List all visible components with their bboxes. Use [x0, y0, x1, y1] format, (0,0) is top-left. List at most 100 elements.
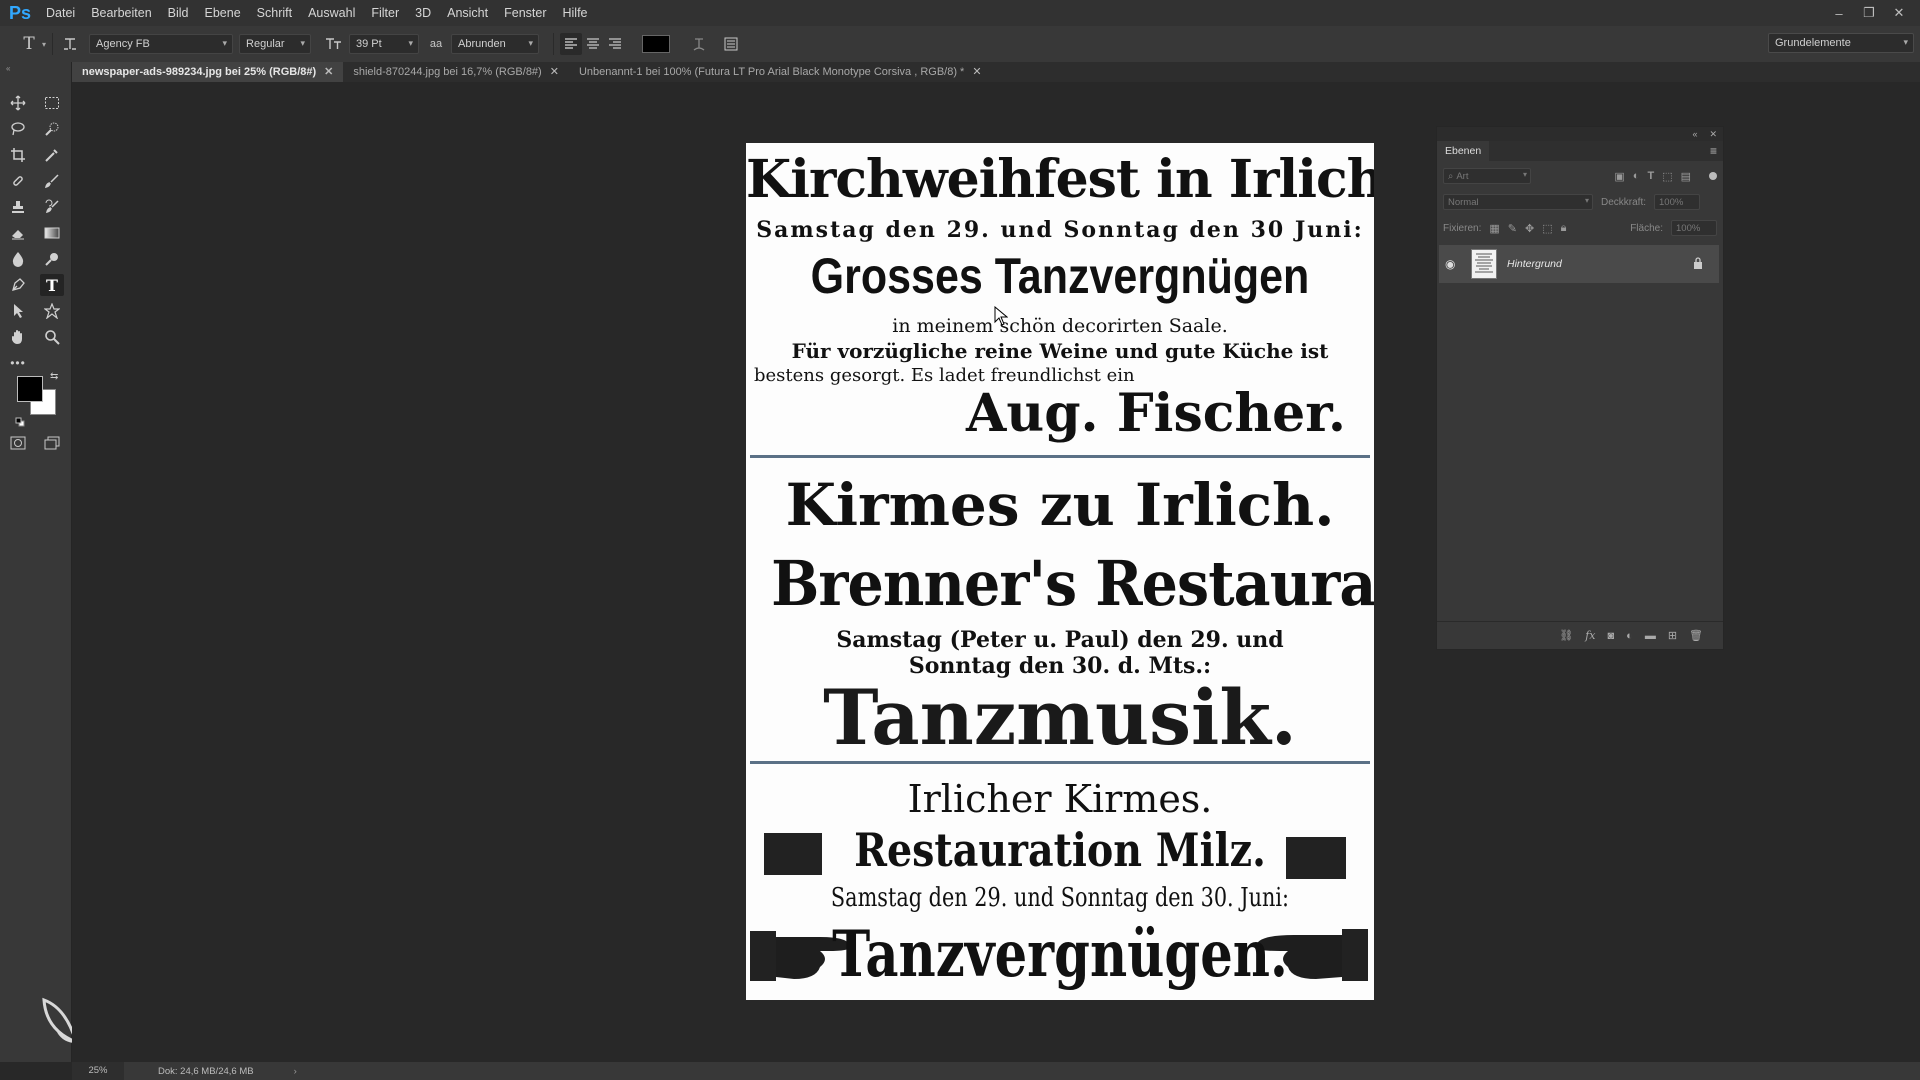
custom-shape-tool-icon[interactable] [40, 300, 64, 322]
lock-all-icon[interactable]: 🔒︎ [1561, 222, 1567, 235]
menu-ebene[interactable]: Ebene [197, 0, 249, 26]
workspace-select[interactable]: Grundelemente ▾ [1768, 33, 1914, 53]
link-layers-icon[interactable]: ⛓ [1559, 629, 1573, 642]
swap-colors-icon[interactable]: ⇆ [50, 371, 58, 382]
filter-row: ⌕ Art ▾ ▣ ◐ T ⬚ ▤ [1437, 163, 1723, 189]
lasso-tool-icon[interactable] [6, 118, 30, 140]
menu-fenster[interactable]: Fenster [496, 0, 554, 26]
filter-kind-select[interactable]: ⌕ Art ▾ [1443, 168, 1531, 184]
tab-newspaper-ads[interactable]: newspaper-ads-989234.jpg bei 25% (RGB/8#… [72, 62, 344, 82]
menu-hilfe[interactable]: Hilfe [555, 0, 596, 26]
layer-style-fx-icon[interactable]: fx [1585, 629, 1595, 642]
add-mask-icon[interactable]: ◙ [1608, 630, 1615, 642]
layers-panel-footer: ⛓ fx ◙ ◐ ▬ ⊞ 🗑︎ [1437, 621, 1723, 649]
path-selection-tool-icon[interactable] [6, 300, 30, 322]
filter-type-icon[interactable]: T [1647, 170, 1654, 182]
clone-stamp-tool-icon[interactable] [6, 196, 30, 218]
hand-tool-icon[interactable] [6, 326, 30, 348]
font-style-select[interactable]: Regular ▾ [239, 34, 312, 54]
blur-tool-icon[interactable] [6, 248, 30, 270]
tab-shield[interactable]: shield-870244.jpg bei 16,7% (RGB/8#) ✕ [343, 62, 569, 82]
lock-pixels-icon[interactable]: ✎ [1508, 222, 1517, 235]
warp-text-icon[interactable] [688, 33, 710, 55]
menu-filter[interactable]: Filter [363, 0, 407, 26]
panel-menu-icon[interactable]: ≡ [1710, 144, 1717, 158]
text-orientation-icon[interactable] [59, 33, 81, 55]
new-adjustment-layer-icon[interactable]: ◐ [1626, 630, 1633, 642]
collapse-toolbar-icon[interactable]: « [6, 64, 10, 73]
menu-ansicht[interactable]: Ansicht [439, 0, 496, 26]
menu-auswahl[interactable]: Auswahl [300, 0, 363, 26]
foreground-color-swatch[interactable] [17, 376, 43, 402]
close-tab-icon[interactable]: ✕ [324, 66, 333, 78]
crop-tool-icon[interactable] [6, 144, 30, 166]
healing-brush-tool-icon[interactable] [6, 170, 30, 192]
close-tab-icon[interactable]: ✕ [972, 66, 981, 78]
collapse-panel-icon[interactable]: « [1692, 129, 1697, 139]
ad3-venue: Restauration Milz. [854, 823, 1266, 877]
visibility-eye-icon[interactable]: ◉ [1445, 257, 1463, 271]
blend-row: Normal ▾ Deckkraft: 100% [1437, 189, 1723, 215]
default-colors-icon[interactable] [15, 414, 25, 427]
font-size-select[interactable]: 39 Pt ▾ [349, 34, 420, 54]
document-canvas[interactable]: Kirchweihfest in Irlich. Samstag den 29.… [746, 143, 1374, 1000]
layer-lock-icon [1693, 256, 1703, 274]
screen-mode-icon[interactable] [40, 432, 64, 454]
filter-pixel-icon[interactable]: ▣ [1614, 170, 1624, 183]
tab-unbenannt[interactable]: Unbenannt-1 bei 100% (Futura LT Pro Aria… [569, 62, 992, 82]
zoom-tool-icon[interactable] [40, 326, 64, 348]
menu-datei[interactable]: Datei [38, 0, 83, 26]
move-tool-icon[interactable] [6, 92, 30, 114]
layer-row-hintergrund[interactable]: ◉ Hintergrund [1439, 245, 1719, 283]
lock-transparent-icon[interactable]: ▦ [1489, 222, 1499, 235]
dodge-tool-icon[interactable] [40, 248, 64, 270]
eraser-tool-icon[interactable] [6, 222, 30, 244]
opacity-field[interactable]: 100% [1654, 194, 1701, 210]
align-left-icon[interactable] [560, 33, 583, 55]
align-center-icon[interactable] [582, 33, 604, 55]
menu-3d[interactable]: 3D [407, 0, 439, 26]
antialias-select[interactable]: Abrunden ▾ [451, 34, 540, 54]
zoom-level[interactable]: 25% [72, 1062, 124, 1080]
type-tool-icon[interactable]: T [40, 274, 64, 296]
lock-position-icon[interactable]: ✥ [1525, 222, 1534, 235]
menu-bearbeiten[interactable]: Bearbeiten [83, 0, 159, 26]
font-family-select[interactable]: Agency FB ▾ [89, 34, 234, 54]
quick-mask-icon[interactable] [6, 432, 30, 454]
more-tools-icon[interactable]: ••• [6, 352, 30, 374]
text-color-swatch[interactable] [642, 35, 671, 53]
history-brush-tool-icon[interactable] [40, 196, 64, 218]
font-style-value: Regular [246, 38, 285, 50]
new-group-folder-icon[interactable]: ▬ [1645, 630, 1656, 642]
menu-schrift[interactable]: Schrift [249, 0, 300, 26]
fill-field[interactable]: 100% [1671, 220, 1717, 236]
close-tab-icon[interactable]: ✕ [550, 66, 559, 78]
ad3-title: Irlicher Kirmes. [907, 777, 1213, 821]
document-size: Dok: 24,6 MB/24,6 MB [158, 1065, 254, 1077]
marquee-tool-icon[interactable] [40, 92, 64, 114]
restore-button[interactable]: ❐ [1854, 5, 1884, 21]
lock-artboard-icon[interactable]: ⬚ [1542, 222, 1552, 235]
pen-tool-icon[interactable] [6, 274, 30, 296]
delete-layer-icon[interactable]: 🗑︎ [1689, 629, 1703, 642]
filter-smart-object-icon[interactable]: ▤ [1681, 170, 1691, 183]
filter-shape-icon[interactable]: ⬚ [1662, 170, 1672, 183]
align-right-icon[interactable] [604, 33, 626, 55]
eyedropper-tool-icon[interactable] [40, 144, 64, 166]
new-layer-icon[interactable]: ⊞ [1668, 629, 1677, 642]
close-panel-icon[interactable]: ✕ [1709, 129, 1717, 140]
gradient-tool-icon[interactable] [40, 222, 64, 244]
minimize-button[interactable]: – [1824, 6, 1854, 21]
blend-mode-select[interactable]: Normal ▾ [1443, 194, 1593, 210]
type-tool-preset-icon[interactable]: T [18, 33, 40, 55]
filter-toggle-icon[interactable] [1709, 172, 1717, 180]
tab-label: shield-870244.jpg bei 16,7% (RGB/8#) [353, 66, 542, 78]
filter-adjustment-icon[interactable]: ◐ [1633, 170, 1640, 182]
status-menu-chevron-icon[interactable]: › [294, 1066, 297, 1077]
character-panel-icon[interactable] [720, 33, 742, 55]
tab-ebenen[interactable]: Ebenen [1437, 141, 1490, 161]
brush-tool-icon[interactable] [40, 170, 64, 192]
quick-selection-tool-icon[interactable] [40, 118, 64, 140]
close-button[interactable]: ✕ [1884, 5, 1914, 21]
menu-bild[interactable]: Bild [160, 0, 197, 26]
